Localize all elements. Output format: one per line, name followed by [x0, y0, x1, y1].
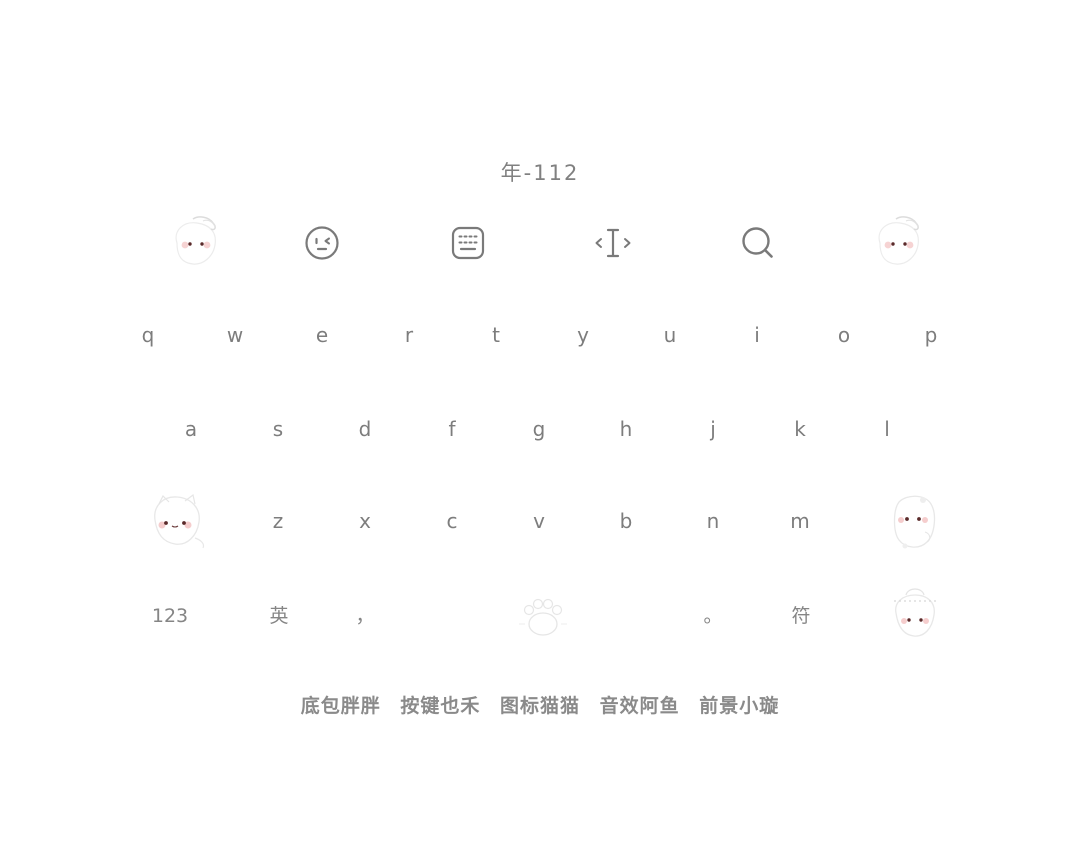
key-w[interactable]: w	[205, 305, 265, 365]
key-label: k	[794, 417, 806, 441]
key-i[interactable]: i	[727, 305, 787, 365]
credit-item: 前景小璇	[699, 695, 780, 717]
key-v[interactable]: v	[509, 491, 569, 551]
numbers-label: 123	[151, 604, 189, 627]
shift-key[interactable]	[143, 487, 213, 557]
comma-label: ，	[355, 604, 375, 627]
key-label: d	[358, 417, 372, 441]
key-label: h	[619, 417, 633, 441]
key-label: i	[754, 323, 760, 347]
cat-mascot-icon	[893, 495, 936, 549]
key-label: f	[448, 417, 456, 441]
key-label: c	[446, 509, 458, 533]
space-key[interactable]	[398, 586, 688, 650]
credit-item: 音效阿鱼	[599, 695, 680, 717]
cat-mascot-icon	[175, 216, 216, 265]
key-label: b	[619, 509, 633, 533]
numbers-key[interactable]: 123	[140, 586, 200, 646]
period-label: 。	[703, 604, 723, 627]
key-c[interactable]: c	[422, 491, 482, 551]
keyboard-icon	[451, 226, 485, 260]
key-d[interactable]: d	[335, 399, 395, 459]
key-label: o	[837, 323, 851, 347]
symbols-label: 符	[791, 604, 811, 627]
key-y[interactable]: y	[553, 305, 613, 365]
key-label: s	[272, 417, 284, 441]
comma-key[interactable]: ，	[335, 586, 395, 646]
cat-sticker-right-button[interactable]	[858, 211, 938, 275]
key-u[interactable]: u	[640, 305, 700, 365]
key-n[interactable]: n	[683, 491, 743, 551]
period-key[interactable]: 。	[683, 586, 743, 646]
key-label: q	[141, 323, 155, 347]
search-icon	[742, 227, 773, 258]
search-button[interactable]	[718, 211, 798, 275]
key-label: j	[710, 417, 716, 441]
key-h[interactable]: h	[596, 399, 656, 459]
key-b[interactable]: b	[596, 491, 656, 551]
delete-key[interactable]	[880, 487, 950, 557]
key-g[interactable]: g	[509, 399, 569, 459]
key-e[interactable]: e	[292, 305, 352, 365]
cat-mascot-icon	[894, 588, 936, 637]
cat-mascot-icon	[878, 216, 919, 265]
key-label: w	[226, 323, 244, 347]
key-o[interactable]: o	[814, 305, 874, 365]
credit-item: 按键也禾	[400, 695, 481, 717]
key-f[interactable]: f	[422, 399, 482, 459]
key-label: v	[533, 509, 545, 533]
key-z[interactable]: z	[248, 491, 308, 551]
key-a[interactable]: a	[161, 399, 221, 459]
key-label: g	[532, 417, 546, 441]
cat-mascot-icon	[154, 493, 205, 549]
emoji-button[interactable]	[282, 211, 362, 275]
text-cursor-icon	[595, 228, 631, 258]
paw-icon	[519, 598, 567, 636]
symbols-key[interactable]: 符	[771, 586, 831, 646]
key-s[interactable]: s	[248, 399, 308, 459]
key-x[interactable]: x	[335, 491, 395, 551]
key-label: r	[404, 323, 414, 347]
keyboard-layout-button[interactable]	[428, 211, 508, 275]
key-q[interactable]: q	[118, 305, 178, 365]
key-label: l	[884, 417, 890, 441]
key-label: x	[359, 509, 371, 533]
enter-key[interactable]	[880, 578, 950, 650]
emoji-face-icon	[305, 226, 339, 260]
key-label: e	[315, 323, 329, 347]
credit-item: 底包胖胖	[300, 695, 381, 717]
key-j[interactable]: j	[683, 399, 743, 459]
key-r[interactable]: r	[379, 305, 439, 365]
key-label: z	[272, 509, 284, 533]
lang-switch-key[interactable]: 英	[249, 586, 309, 646]
key-label: m	[790, 509, 810, 533]
key-label: y	[577, 323, 589, 347]
key-k[interactable]: k	[770, 399, 830, 459]
key-l[interactable]: l	[857, 399, 917, 459]
key-label: u	[663, 323, 677, 347]
credit-item: 图标猫猫	[499, 695, 580, 717]
lang-label: 英	[269, 604, 289, 627]
key-label: a	[184, 417, 198, 441]
key-label: n	[706, 509, 720, 533]
cursor-button[interactable]	[573, 211, 653, 275]
key-m[interactable]: m	[770, 491, 830, 551]
key-label: t	[492, 323, 500, 347]
key-t[interactable]: t	[466, 305, 526, 365]
key-p[interactable]: p	[901, 305, 961, 365]
key-label: p	[924, 323, 938, 347]
credits: 底包胖胖 按键也禾 图标猫猫 音效阿鱼 前景小璇	[0, 691, 1080, 718]
page-title: 年-112	[500, 161, 580, 185]
cat-sticker-left-button[interactable]	[155, 211, 235, 275]
